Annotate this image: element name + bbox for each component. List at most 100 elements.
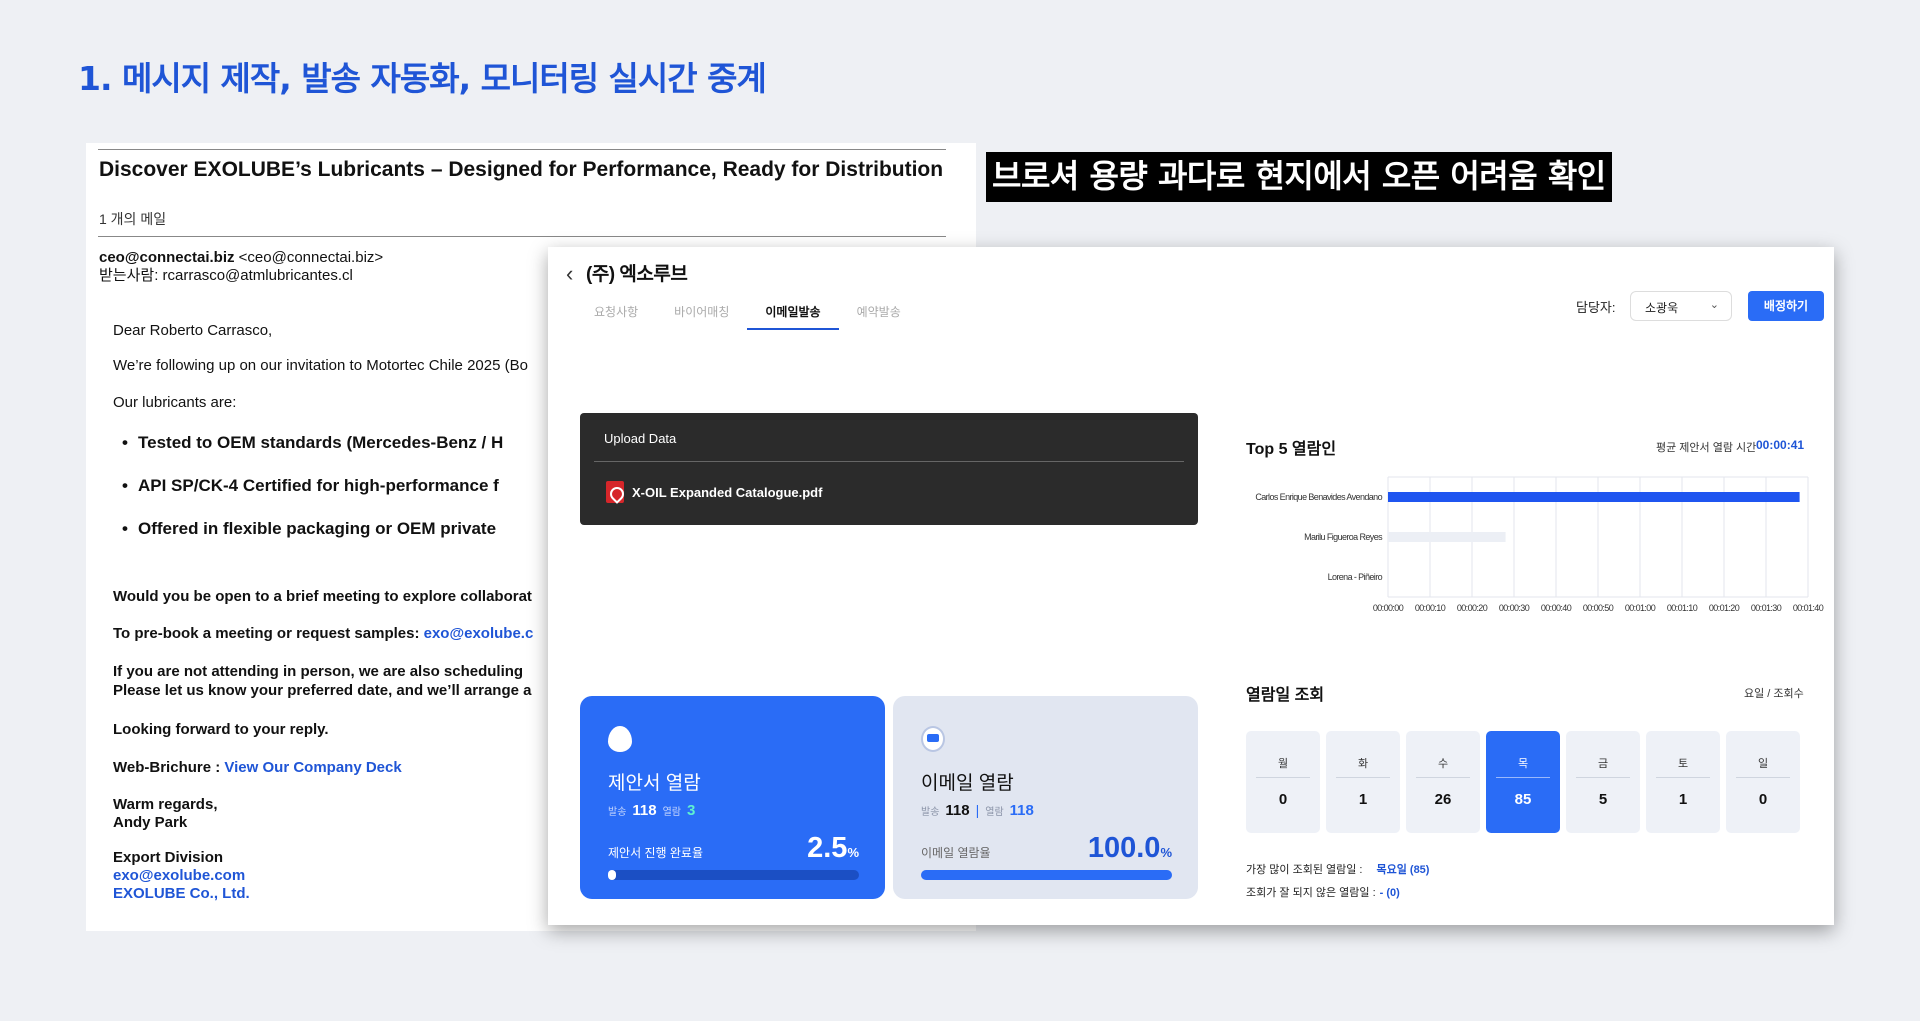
rate-value: 2.5: [807, 832, 848, 864]
tab-buyer-matching[interactable]: 바이어매칭: [656, 297, 747, 330]
mail-icon: [921, 726, 945, 752]
rate-value: 100.0: [1087, 832, 1161, 864]
day-name: 목: [1517, 758, 1529, 770]
sender-address: <ceo@connectai.biz>: [238, 249, 384, 266]
day-value: 1: [1678, 791, 1688, 808]
separator: |: [975, 802, 980, 818]
sent-label: 발송: [921, 807, 940, 818]
open-value: 118: [1009, 802, 1034, 819]
assignee-select[interactable]: 소광욱 ⌄: [1630, 291, 1732, 321]
divider: [594, 461, 1184, 462]
x-tick-label: 00:00:00: [1373, 603, 1404, 613]
email-intro: We’re following up on our invitation to …: [113, 357, 528, 374]
caption-banner: 브로셔 용량 과다로 현지에서 오픈 어려움 확인: [986, 152, 1612, 202]
top5-chart: 00:00:00 00:00:10 00:00:20 00:00:30 00:00:40…: [1255, 476, 1824, 613]
web-label: Web-Brichure :: [113, 759, 221, 776]
email-view-card: 이메일 열람 발송 118 | 열람 118 이메일 열람율 100.0%: [893, 696, 1198, 899]
card-title: 이메일 열람: [921, 773, 1014, 794]
chevron-down-icon: ⌄: [1709, 299, 1719, 311]
bar: [1388, 492, 1800, 502]
y-tick-label: Carlos Enrique Benavides Avendano: [1255, 492, 1382, 502]
day-value: 85: [1514, 791, 1532, 808]
email-question: Would you be open to a brief meeting to …: [113, 588, 532, 605]
avg-time-value: 00:00:41: [1756, 438, 1805, 452]
company-title: (주) 엑소루브: [586, 264, 688, 285]
rate-label: 이메일 열람율: [921, 846, 991, 860]
most-viewed-stat: 가장 많이 조회된 열람일 : 목요일 (85): [1246, 861, 1429, 877]
day-value: 0: [1758, 791, 1768, 808]
day-card[interactable]: 금5: [1566, 731, 1640, 833]
card-title: 제안서 열람: [608, 773, 701, 794]
progress-fill: [608, 870, 616, 880]
y-tick-label: Marilu Figueroa Reyes: [1304, 532, 1383, 542]
day-name: 일: [1757, 758, 1769, 770]
sig-email-link[interactable]: exo@exolube.com: [113, 867, 245, 885]
day-card[interactable]: 토1: [1646, 731, 1720, 833]
email-closing: Looking forward to your reply.: [113, 721, 329, 738]
most-viewed-label: 가장 많이 조회된 열람일 :: [1246, 864, 1363, 876]
sent-label: 발송: [608, 807, 627, 818]
bar: [1388, 532, 1506, 542]
email-schedule-line1: If you are not attending in person, we a…: [113, 663, 524, 680]
divider: [98, 236, 946, 237]
x-tick-label: 00:00:10: [1415, 603, 1446, 613]
assign-button[interactable]: 배정하기: [1748, 291, 1824, 321]
email-schedule-line2: Please let us know your preferred date, …: [113, 682, 532, 699]
upload-panel: Upload Data X-OIL Expanded Catalogue.pdf: [580, 413, 1198, 525]
tab-scheduled-send[interactable]: 예약발송: [839, 297, 919, 330]
rate-value-wrap: 2.5%: [807, 832, 859, 865]
sender-signature: Andy Park: [113, 814, 188, 831]
day-card[interactable]: 일0: [1726, 731, 1800, 833]
day-card[interactable]: 화1: [1326, 731, 1400, 833]
dashboard-panel: ‹ (주) 엑소루브 요청사항 바이어매칭 이메일발송 예약발송 담당자: 소광…: [548, 247, 1834, 925]
email-count: 1 개의 메일: [99, 211, 167, 227]
day-name: 금: [1597, 758, 1609, 770]
uploaded-file[interactable]: X-OIL Expanded Catalogue.pdf: [606, 481, 822, 503]
day-name: 수: [1437, 758, 1449, 770]
day-name: 월: [1277, 758, 1289, 770]
file-name: X-OIL Expanded Catalogue.pdf: [632, 484, 823, 500]
x-tick-label: 00:01:20: [1709, 603, 1740, 613]
open-label: 열람: [662, 807, 682, 818]
card-meta: 발송 118 | 열람 118: [921, 802, 1034, 819]
calendar-title: 열람일 조회: [1246, 687, 1325, 704]
day-value: 1: [1358, 791, 1368, 808]
x-tick-label: 00:01:40: [1793, 603, 1824, 613]
x-tick-label: 00:01:30: [1751, 603, 1782, 613]
day-name: 화: [1357, 758, 1369, 770]
day-value: 5: [1598, 791, 1608, 808]
sender-name: ceo@connectai.biz: [99, 249, 235, 266]
email-subject: Discover EXOLUBE’s Lubricants – Designed…: [99, 158, 944, 181]
tab-email-send[interactable]: 이메일발송: [747, 297, 839, 330]
card-meta: 발송 118 열람 3: [608, 802, 695, 819]
assignee-label: 담당자:: [1576, 300, 1616, 315]
divider: [98, 149, 946, 150]
x-tick-label: 00:00:20: [1457, 603, 1488, 613]
prebook-email-link[interactable]: exo@exolube.c: [424, 625, 534, 642]
bullet-item: Offered in flexible packaging or OEM pri…: [122, 519, 496, 539]
avg-time-label: 평균 제안서 열람 시간: [1656, 442, 1757, 454]
chevron-left-icon[interactable]: ‹: [566, 261, 573, 287]
sig-company: EXOLUBE Co., Ltd.: [113, 885, 250, 902]
tab-bar: 요청사항 바이어매칭 이메일발송 예약발송: [576, 297, 919, 330]
rate-label: 제안서 진행 완료율: [608, 846, 703, 860]
email-prebook: To pre-book a meeting or request samples…: [113, 625, 533, 643]
slide-title: 1. 메시지 제작, 발송 자동화, 모니터링 실시간 중계: [78, 59, 767, 98]
email-web: Web-Brichure : View Our Company Deck: [113, 759, 402, 777]
open-value: 3: [687, 802, 696, 819]
rate-unit: %: [1160, 845, 1172, 860]
company-deck-link[interactable]: View Our Company Deck: [224, 759, 401, 776]
email-greeting: Dear Roberto Carrasco,: [113, 322, 273, 339]
calendar-unit: 요일 / 조회수: [1744, 688, 1804, 700]
bullet-item: API SP/CK-4 Certified for high-performan…: [122, 476, 499, 496]
tab-requests[interactable]: 요청사항: [576, 297, 656, 330]
regards: Warm regards,: [113, 796, 218, 813]
day-value: 0: [1278, 791, 1288, 808]
email-lead: Our lubricants are:: [113, 394, 237, 411]
day-card[interactable]: 수 26: [1406, 731, 1480, 833]
x-tick-label: 00:00:40: [1541, 603, 1572, 613]
rate-value-wrap: 100.0%: [1088, 832, 1172, 865]
day-card[interactable]: 월0: [1246, 731, 1320, 833]
day-card-selected[interactable]: 목 85: [1486, 731, 1560, 833]
upload-title: Upload Data: [604, 431, 677, 446]
